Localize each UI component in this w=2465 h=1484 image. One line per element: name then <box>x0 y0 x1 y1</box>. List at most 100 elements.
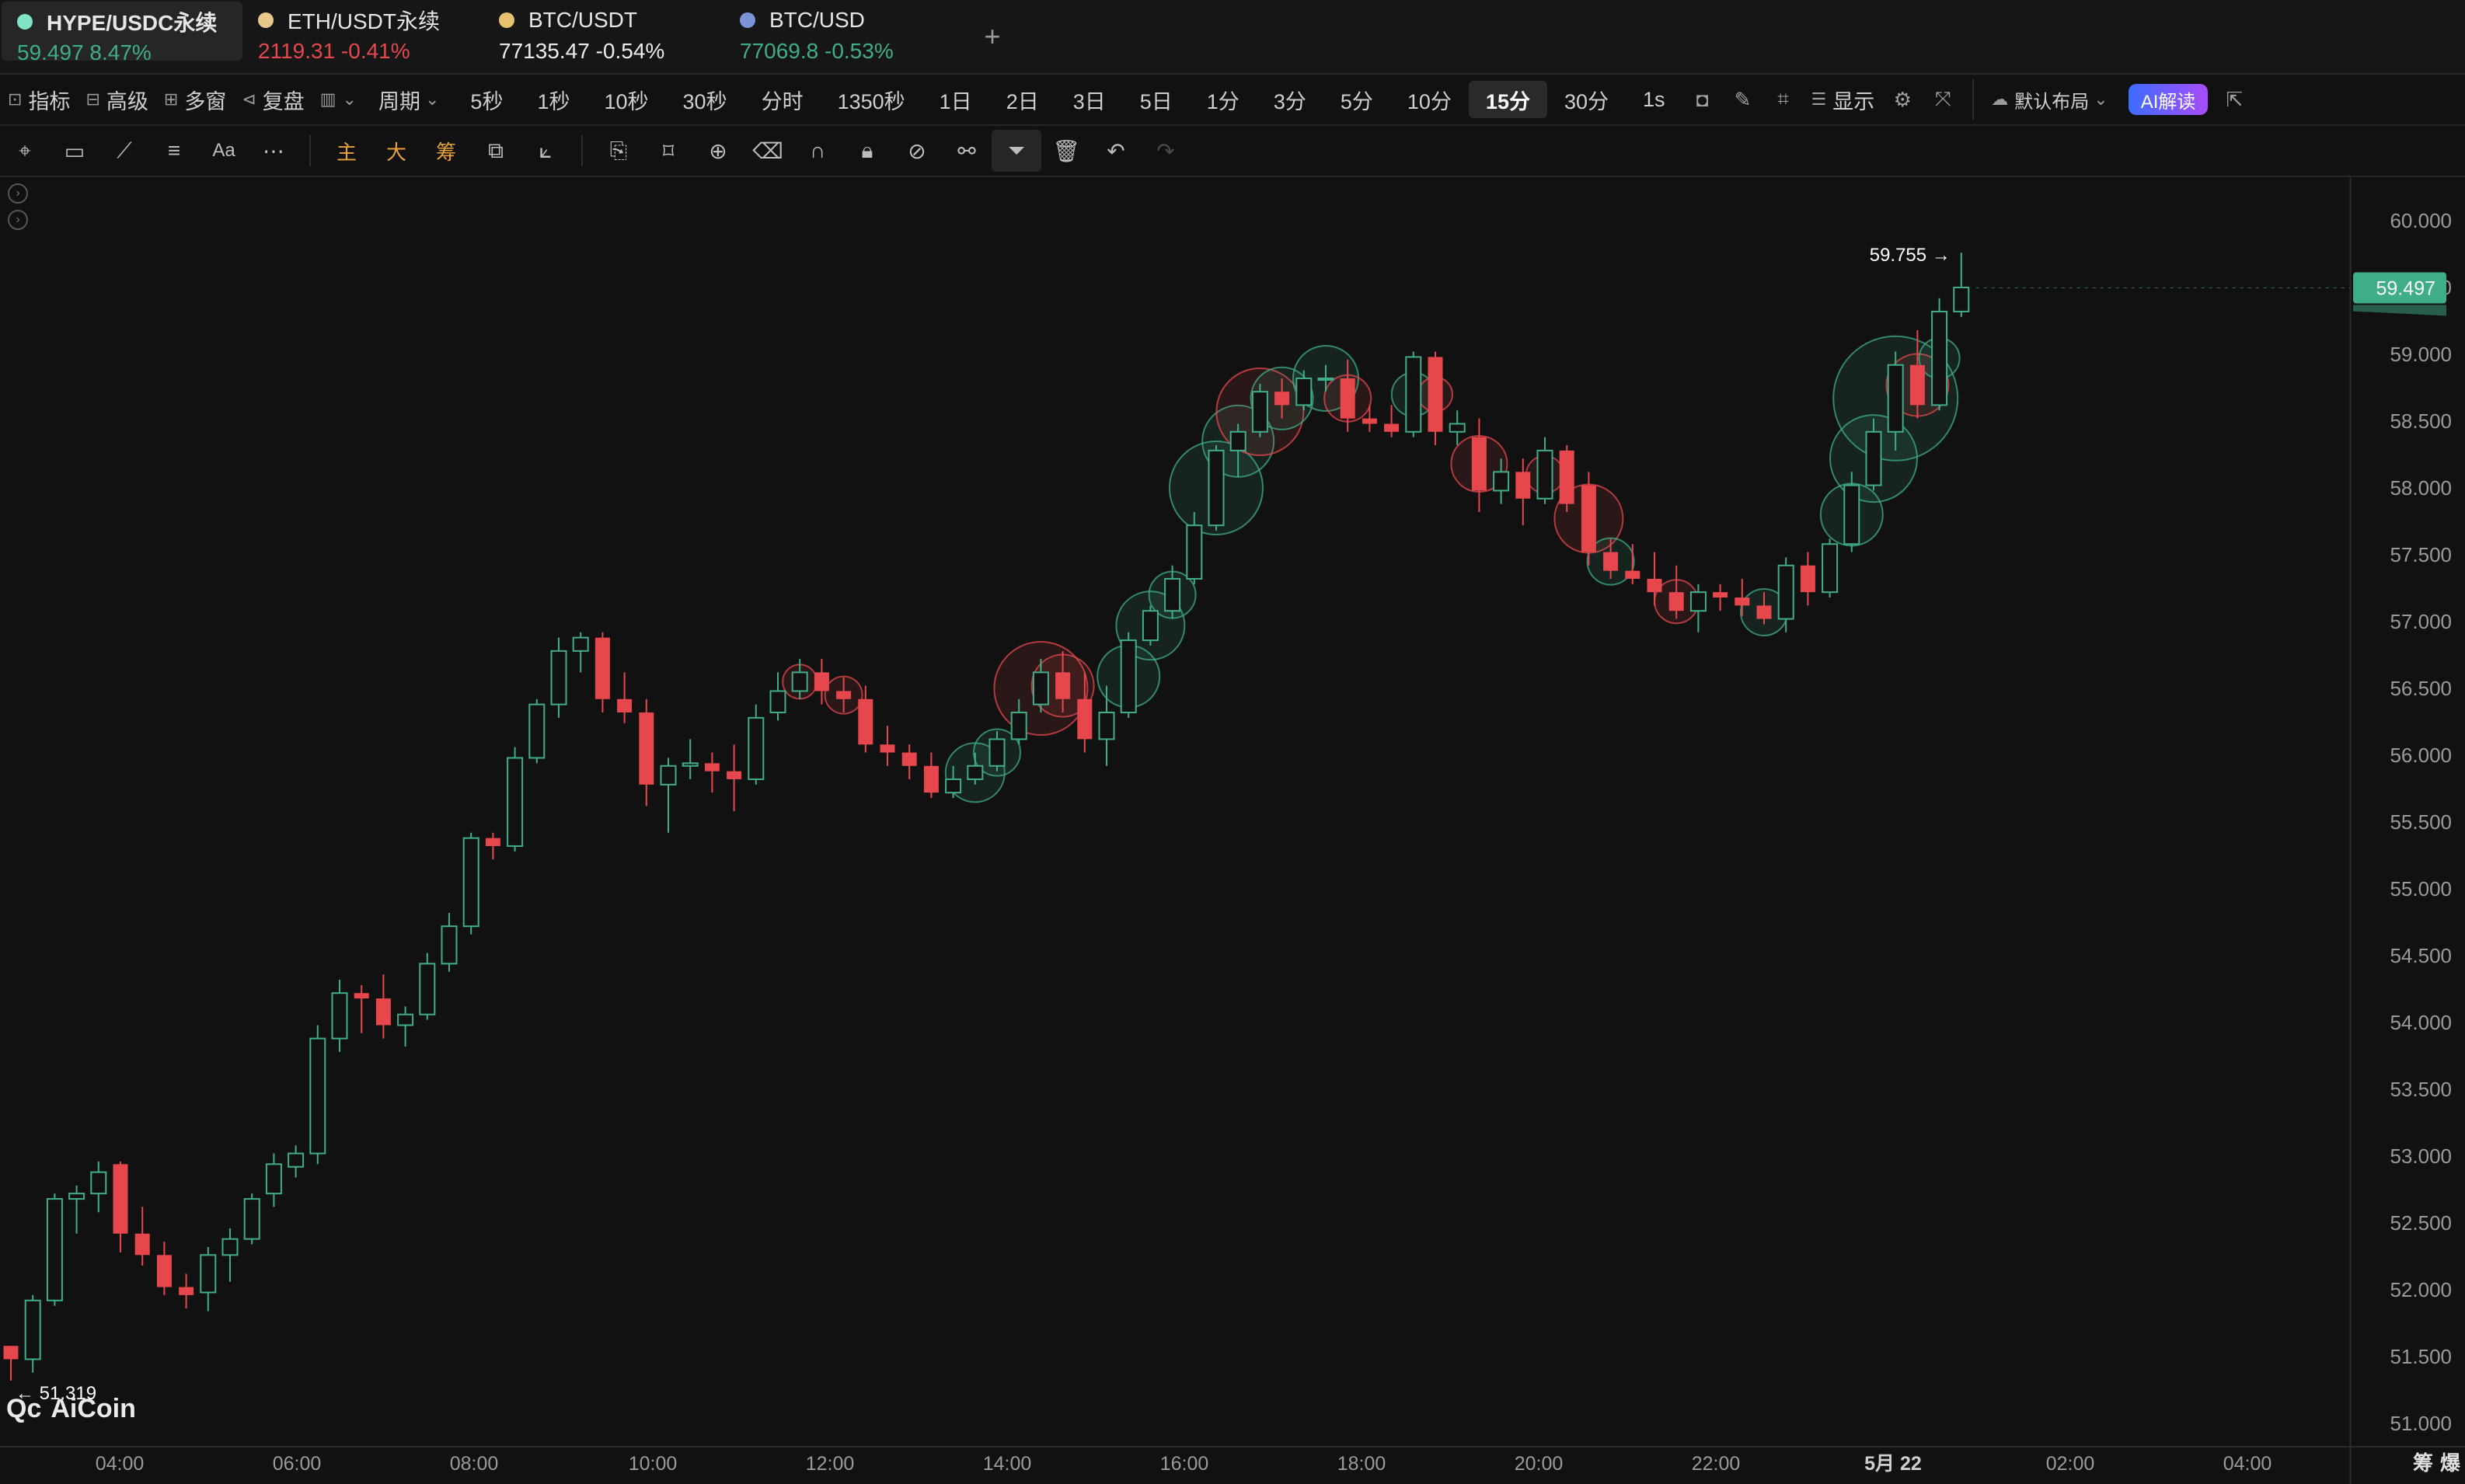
period-6[interactable]: 1日 <box>922 81 989 118</box>
candle-body <box>1800 565 1815 593</box>
edit-layer-icon[interactable]: ⊘ <box>892 130 942 172</box>
share-icon[interactable]: ⇱ <box>2214 80 2254 119</box>
multi-window-button[interactable]: ⊞ 多窗 <box>156 80 234 119</box>
ticker-change: -0.53% <box>825 39 894 63</box>
big-order-button[interactable]: 大 <box>371 130 421 172</box>
crosshair-icon[interactable]: ⌖ <box>0 130 50 172</box>
period-9[interactable]: 5日 <box>1123 81 1190 118</box>
cycle-label: 周期 <box>378 89 420 113</box>
period-5[interactable]: 1350秒 <box>821 81 922 118</box>
annotation-icon[interactable]: ⌗ <box>1763 80 1804 119</box>
expand-panel-icon[interactable]: › <box>8 210 28 230</box>
indicator-button[interactable]: ⊡ 指标 <box>0 80 78 119</box>
chart-type-dropdown[interactable]: ▥ ⌄ <box>312 80 371 119</box>
period-1[interactable]: 1秒 <box>520 81 587 118</box>
period-8[interactable]: 3日 <box>1056 81 1123 118</box>
ticker-tab-btc-usdt[interactable]: BTC/USDT 77135.47 -0.54% <box>483 0 724 73</box>
candle-body <box>1186 524 1203 580</box>
trash-icon[interactable]: 🗑︎ <box>1041 130 1091 172</box>
y-tick-label: 53.500 <box>2390 1078 2452 1101</box>
rewind-icon: ⊲ <box>242 89 256 109</box>
link-icon[interactable]: ⚯ <box>942 130 992 172</box>
compare-icon[interactable]: ⧉ <box>471 130 521 172</box>
hyperliquid-logo-icon <box>17 14 33 30</box>
candle-body <box>134 1233 150 1256</box>
chart-area[interactable]: 60.00059.50059.00058.50058.00057.50057.0… <box>0 177 2465 1484</box>
x-tick-label: 20:00 <box>1515 1453 1564 1475</box>
period-12[interactable]: 5分 <box>1323 81 1390 118</box>
period-0[interactable]: 5秒 <box>453 81 520 118</box>
candle-body <box>507 757 524 847</box>
ticker-tab-eth[interactable]: ETH/USDT永续 2119.31 -0.41% <box>242 0 483 73</box>
default-layout-dropdown[interactable]: ☁ 默认布局 ⌄ <box>1983 80 2122 119</box>
candle-body <box>1515 472 1531 499</box>
price-depth-bar <box>2353 305 2446 316</box>
candle-body <box>704 763 720 772</box>
candle-body <box>1647 578 1662 593</box>
main-force-button[interactable]: 主 <box>322 130 371 172</box>
period-4[interactable]: 分时 <box>744 81 821 118</box>
add-tab-button[interactable]: + <box>965 0 1020 73</box>
expand-indicators-icon[interactable]: › <box>8 183 28 204</box>
chip-button[interactable]: 筹 <box>421 130 471 172</box>
candle-body <box>1471 437 1487 491</box>
ticker-price: 2119.31 <box>258 39 336 63</box>
y-tick-label: 57.500 <box>2390 543 2452 566</box>
candle-body <box>265 1163 282 1195</box>
camera-icon[interactable]: ◘ <box>1682 80 1723 119</box>
text-tool[interactable]: Aa <box>199 130 249 172</box>
filter-icon[interactable]: ⏷ <box>992 130 1041 172</box>
period-list: 5秒 1秒 10秒 30秒 分时 1350秒 1日 2日 3日 5日 1分 3分 5分 10分 15分 30分 <box>453 81 1626 118</box>
display-button[interactable]: ☰ 显示 <box>1804 80 1883 119</box>
candle-body <box>441 925 458 965</box>
ticker-tab-btc-usd[interactable]: BTC/USD 77069.8 -0.53% <box>724 0 965 73</box>
redo-icon[interactable]: ↷ <box>1141 130 1191 172</box>
ruler-icon[interactable]: ⌑ <box>643 130 693 172</box>
pen-icon[interactable]: ✎ <box>1723 80 1763 119</box>
ai-interpret-button[interactable]: AI解读 <box>2128 84 2209 115</box>
measure-icon[interactable]: ⟀ <box>521 130 570 172</box>
period-3[interactable]: 30秒 <box>666 81 744 118</box>
cycle-dropdown[interactable]: 周期 ⌄ <box>371 80 453 119</box>
price-chart[interactable]: 60.00059.50059.00058.50058.00057.50057.0… <box>0 177 2465 1484</box>
chevron-down-icon: ⌄ <box>2094 89 2108 109</box>
ticker-tab-hype[interactable]: HYPE/USDC永续 59.497 8.47% <box>2 2 242 64</box>
magnet-icon[interactable]: ∩ <box>793 130 842 172</box>
replay-button[interactable]: ⊲ 复盘 <box>234 80 312 119</box>
candle-body <box>988 738 1006 767</box>
chevron-down-icon: ⌄ <box>424 89 440 109</box>
candle-body <box>419 963 436 1015</box>
candle-body <box>791 671 808 692</box>
copy-icon[interactable]: ⎘ <box>594 130 643 172</box>
horizontal-lines-icon[interactable]: ≡ <box>149 130 199 172</box>
eraser-icon[interactable]: ⌫ <box>743 130 793 172</box>
display-label: 显示 <box>1832 89 1875 113</box>
period-13[interactable]: 10分 <box>1390 81 1469 118</box>
x-tick-label: 04:00 <box>96 1453 145 1475</box>
advanced-button[interactable]: ⊟ 高级 <box>78 80 155 119</box>
ticker-price: 59.497 <box>17 40 84 64</box>
undo-icon[interactable]: ↶ <box>1091 130 1141 172</box>
candle-body <box>90 1171 107 1195</box>
trend-line-icon[interactable]: ⟋ <box>99 130 149 172</box>
candle-body <box>113 1164 128 1234</box>
settings-icon[interactable]: ⚙ <box>1882 80 1923 119</box>
period-14[interactable]: 15分 <box>1468 81 1547 118</box>
period-10[interactable]: 1分 <box>1190 81 1257 118</box>
y-tick-label: 51.500 <box>2390 1345 2452 1368</box>
lock-icon[interactable]: 🔒︎ <box>842 130 892 172</box>
period-7[interactable]: 2日 <box>989 81 1056 118</box>
candle-body <box>1032 671 1049 705</box>
zoom-in-icon[interactable]: ⊕ <box>693 130 743 172</box>
period-15[interactable]: 30分 <box>1547 81 1626 118</box>
candle-body <box>617 698 633 712</box>
more-tools-icon[interactable]: ⋯ <box>249 130 298 172</box>
ticker-name: ETH/USDT永续 <box>288 9 441 33</box>
fullscreen-icon[interactable]: ⤧ <box>1923 80 1963 119</box>
period-1s[interactable]: 1s <box>1626 81 1682 118</box>
period-2[interactable]: 10秒 <box>587 81 665 118</box>
x-tick-label: 10:00 <box>629 1453 678 1475</box>
rectangle-icon[interactable]: ▭ <box>50 130 99 172</box>
candle-body <box>288 1152 305 1168</box>
period-11[interactable]: 3分 <box>1257 81 1323 118</box>
